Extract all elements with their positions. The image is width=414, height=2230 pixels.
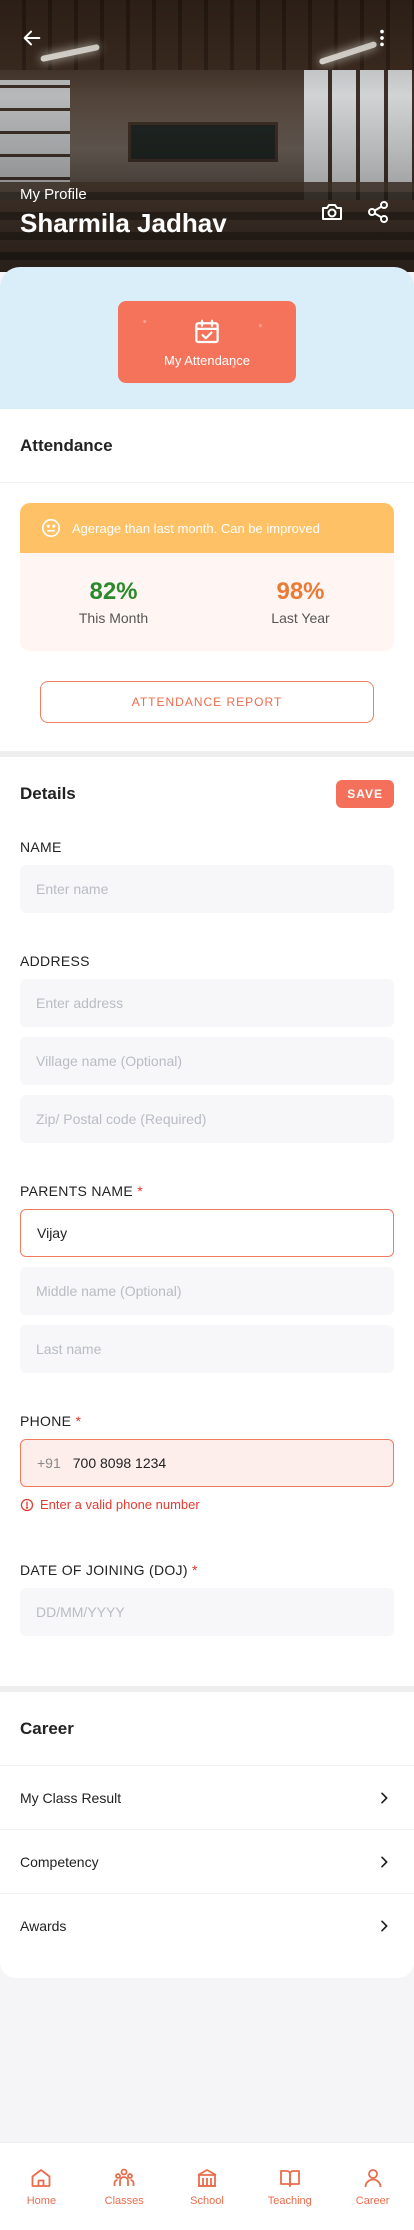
attendance-message: Agerage than last month. Can be improved <box>20 503 394 553</box>
doj-field[interactable]: DD/MM/YYYY <box>20 1588 394 1636</box>
back-button[interactable] <box>14 20 50 56</box>
nav-teaching[interactable]: Teaching <box>255 2166 325 2207</box>
phone-label: PHONE * <box>20 1413 82 1429</box>
doj-label: DATE OF JOINING (DOJ) * <box>20 1562 198 1578</box>
stat-value: 82% <box>89 578 138 605</box>
home-icon <box>31 2169 51 2187</box>
stat-value: 98% <box>276 578 325 605</box>
last-name-field[interactable]: Last name <box>20 1325 394 1373</box>
attendance-summary: Agerage than last month. Can be improved… <box>20 503 394 651</box>
header-subtitle: My Profile <box>20 186 87 203</box>
middle-name-field[interactable]: Middle name (Optional) <box>20 1267 394 1315</box>
nav-label: School <box>190 2195 224 2207</box>
career-item-label: Awards <box>20 1918 67 1934</box>
stat-caption: Last Year <box>271 610 330 626</box>
chevron-right-icon <box>381 1920 388 1932</box>
arrow-left-icon <box>23 30 41 46</box>
share-button[interactable] <box>360 194 396 230</box>
profile-header: My Profile Sharmila Jadhav <box>0 0 414 272</box>
camera-icon <box>322 204 342 220</box>
name-field[interactable]: Enter name <box>20 865 394 913</box>
chevron-right-icon <box>381 1856 388 1867</box>
my-attendance-card[interactable]: My Attendance <box>118 301 296 383</box>
attendance-report-button[interactable]: ATTENDANCE REPORT <box>40 681 374 723</box>
bottom-navigation: Home Classes School Teaching Career <box>0 2142 414 2230</box>
career-item-competency[interactable]: Competency <box>0 1830 414 1894</box>
person-icon <box>364 2169 381 2188</box>
required-mark: * <box>192 1562 198 1578</box>
career-item-awards[interactable]: Awards <box>0 1894 414 1958</box>
attendance-banner: My Attendance <box>0 267 414 409</box>
classes-icon <box>113 2168 135 2186</box>
career-item-class-result[interactable]: My Class Result <box>0 1766 414 1830</box>
phone-error-text: Enter a valid phone number <box>40 1497 200 1512</box>
nav-label: Home <box>26 2195 57 2207</box>
village-field[interactable]: Village name (Optional) <box>20 1037 394 1085</box>
attendance-section: Attendance Agerage than last month. Can … <box>0 409 414 751</box>
nav-label: Classes <box>104 2195 144 2207</box>
more-options-button[interactable] <box>364 20 400 56</box>
details-title: Details <box>20 784 76 803</box>
name-label: NAME <box>20 839 62 855</box>
error-icon <box>20 1498 34 1511</box>
career-section: Career My Class Result Competency Awards <box>0 1692 414 1978</box>
career-item-label: My Class Result <box>20 1789 122 1806</box>
nav-label: Teaching <box>267 2195 312 2207</box>
attendance-message-text: Agerage than last month. Can be improved <box>72 520 320 536</box>
parents-first-name-field[interactable]: Vijay <box>20 1209 394 1257</box>
stat-caption: This Month <box>78 610 149 626</box>
school-icon <box>197 2169 217 2187</box>
share-icon <box>368 201 388 223</box>
camera-button[interactable] <box>314 194 350 230</box>
phone-error: Enter a valid phone number <box>0 1497 414 1512</box>
attendance-stats: 82% This Month 98% Last Year <box>20 553 394 651</box>
more-vertical-icon <box>380 29 384 47</box>
calendar-check-icon <box>195 319 219 343</box>
phone-field[interactable]: +91 700 8098 1234 <box>20 1439 394 1487</box>
country-code-prefix: +91 <box>37 1455 61 1471</box>
required-mark: * <box>75 1413 82 1429</box>
required-mark: * <box>137 1183 143 1199</box>
book-icon <box>279 2170 300 2187</box>
stat-last-year: 98% Last Year <box>207 553 394 651</box>
chevron-right-icon <box>381 1792 388 1803</box>
my-attendance-label: My Attendance <box>164 352 250 368</box>
phone-value: 700 8098 1234 <box>72 1455 167 1471</box>
attendance-title: Attendance <box>20 435 113 455</box>
nav-career[interactable]: Career <box>338 2166 408 2207</box>
nav-classes[interactable]: Classes <box>89 2166 159 2207</box>
details-section: Details SAVE NAME Enter name ADDRESS Ent… <box>0 757 414 1686</box>
career-title: Career <box>20 1718 74 1738</box>
address-label: ADDRESS <box>20 953 90 969</box>
parents-name-label: PARENTS NAME * <box>20 1183 143 1199</box>
nav-label: Career <box>355 2195 390 2207</box>
zip-field[interactable]: Zip/ Postal code (Required) <box>20 1095 394 1143</box>
neutral-face-icon <box>41 518 61 538</box>
address-field[interactable]: Enter address <box>20 979 394 1027</box>
nav-home[interactable]: Home <box>6 2166 76 2207</box>
nav-school[interactable]: School <box>172 2166 242 2207</box>
career-item-label: Competency <box>20 1853 99 1870</box>
save-button[interactable]: SAVE <box>336 780 394 808</box>
profile-name: Sharmila Jadhav <box>20 208 227 238</box>
stat-this-month: 82% This Month <box>20 553 207 651</box>
profile-page: My Profile Sharmila Jadhav My Attendance… <box>0 0 414 2230</box>
